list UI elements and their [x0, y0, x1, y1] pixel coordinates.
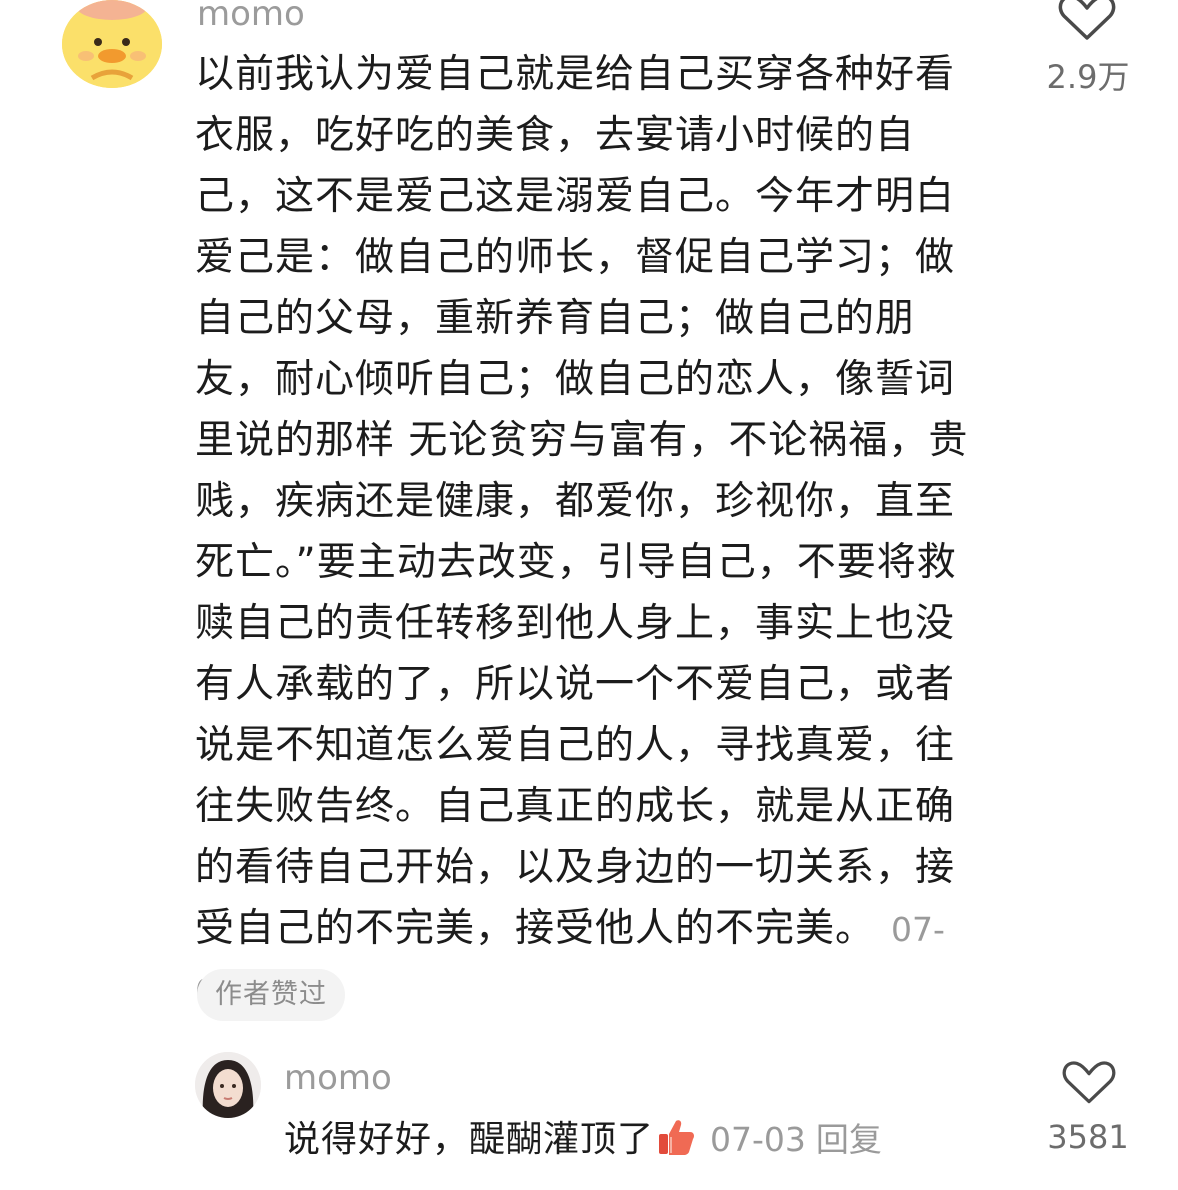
avatar[interactable] [62, 0, 162, 88]
comment-username[interactable]: momo [197, 0, 305, 36]
duck-avatar-icon [62, 0, 162, 88]
like-count: 3581 [1047, 1118, 1129, 1156]
reply-username[interactable]: momo [284, 1056, 392, 1100]
avatar[interactable] [195, 1052, 261, 1118]
comment-text-block: 以前我认为爱自己就是给自己买穿各种好看衣服，吃好吃的美食，去宴请小时候的自己，这… [195, 44, 985, 1022]
reply-text: 说得好好，醍醐灌顶了 [284, 1119, 655, 1160]
comment-text: 以前我认为爱自己就是给自己买穿各种好看衣服，吃好吃的美食，去宴请小时候的自己，这… [195, 52, 969, 951]
portrait-avatar-icon [195, 1052, 261, 1118]
reply-button[interactable]: 回复 [816, 1120, 882, 1159]
reply-meta: 07-03 回复 [710, 1120, 882, 1159]
author-liked-badge: 作者赞过 [197, 969, 345, 1021]
heart-outline-icon[interactable] [1058, 0, 1116, 40]
thumbs-up-emoji [659, 1120, 695, 1155]
reply-text-block: 说得好好，醍醐灌顶了 07-03 回复 [284, 1113, 882, 1167]
like-count: 2.9万 [1046, 58, 1130, 96]
heart-outline-icon[interactable] [1062, 1061, 1116, 1105]
reply-date: 07-03 [710, 1120, 806, 1159]
